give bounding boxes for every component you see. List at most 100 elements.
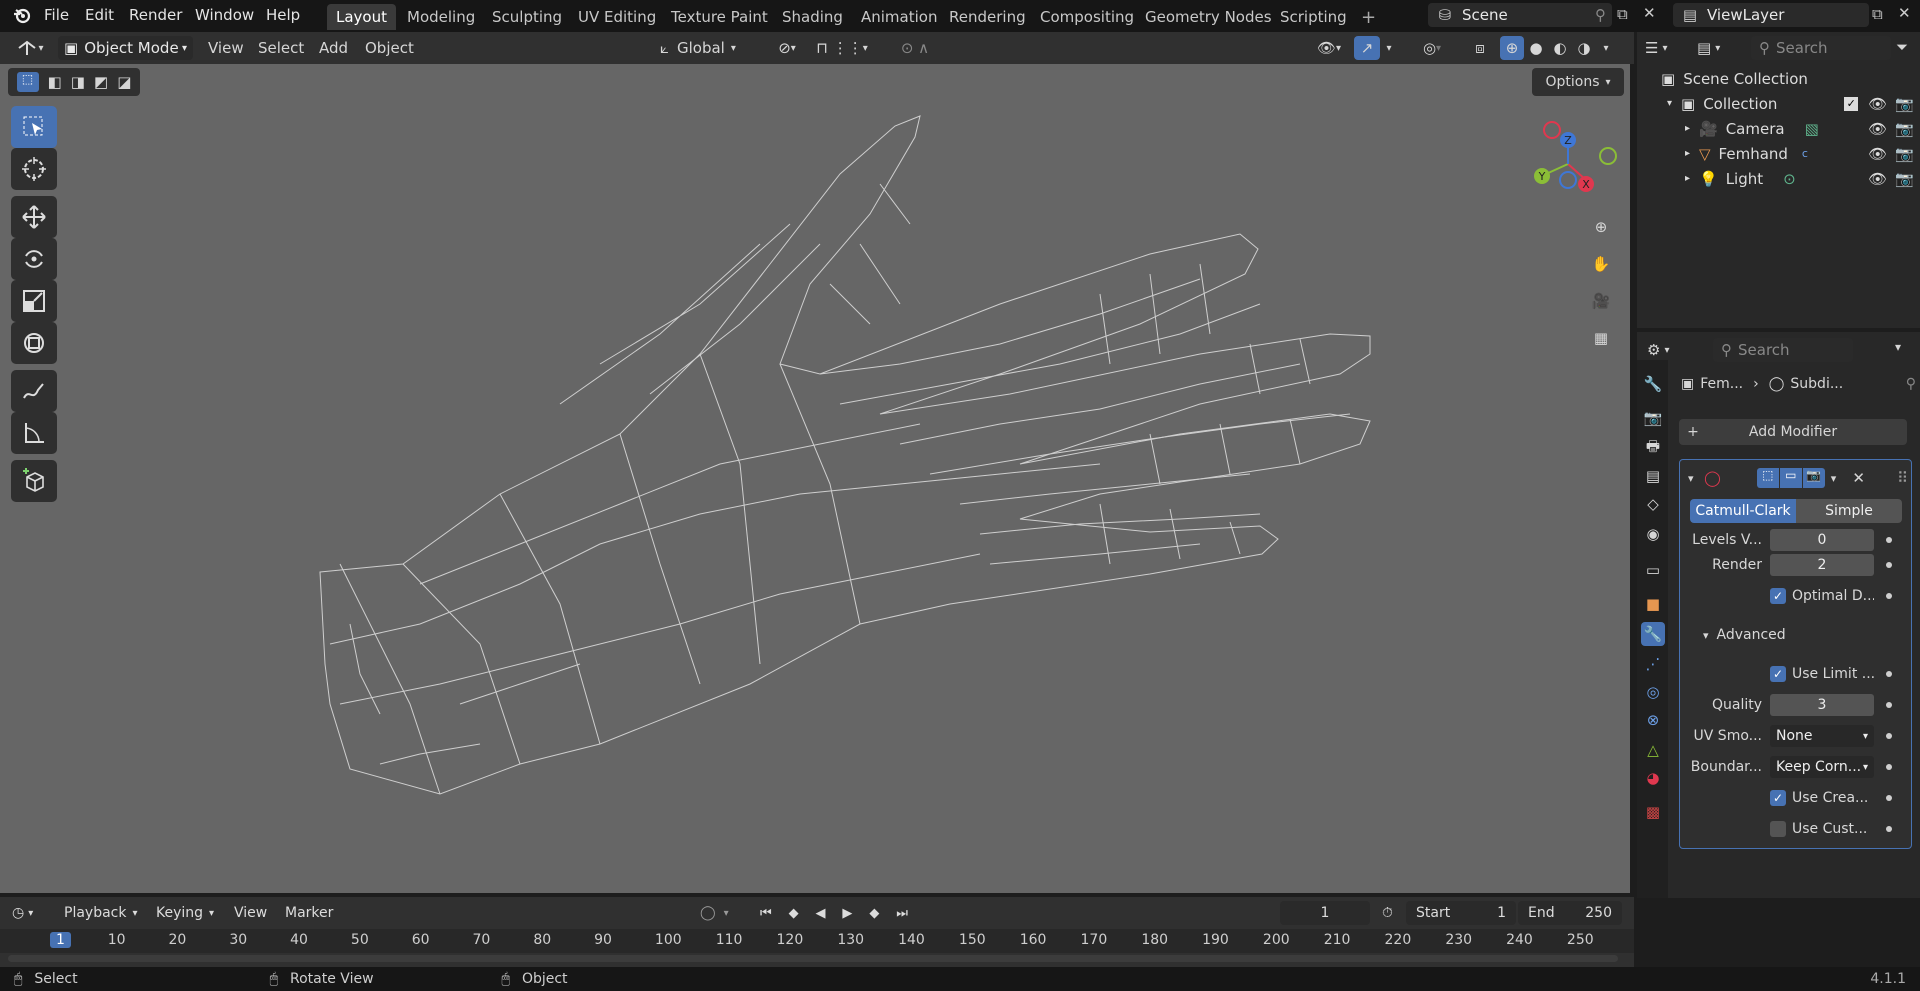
tab-animation[interactable]: Animation [852,4,946,30]
object-menu[interactable]: Object [365,36,414,60]
current-frame-field[interactable]: 1 [1280,901,1370,925]
drag-handle-icon[interactable]: ⠿ [1897,469,1908,487]
keyframe-dot-icon[interactable] [1886,826,1892,832]
wireframe-shading-icon[interactable]: ⊕ [1500,36,1524,60]
checkbox-icon[interactable]: ✓ [1844,96,1859,111]
end-frame-field[interactable]: End 250 [1518,901,1622,925]
tab-geometry-nodes[interactable]: Geometry Nodes [1136,4,1281,30]
material-tab-icon[interactable]: ◕ [1641,766,1665,790]
chevron-right-icon[interactable]: ▸ [1685,148,1699,159]
rendered-shading-icon[interactable]: ◑ [1572,36,1596,60]
overlays-icon[interactable]: ◎ ▾ [1412,36,1452,60]
output-tab-icon[interactable]: 🖶 [1641,436,1665,460]
physics-tab-icon[interactable]: ◎ [1641,680,1665,704]
next-keyframe-icon[interactable]: ◆ [869,906,879,921]
close-icon[interactable]: ✕ [1852,469,1865,487]
camera-view-icon[interactable]: 🎥 [1584,284,1618,318]
editor-type-icon[interactable]: ▾ [10,36,50,60]
delete-viewlayer-icon[interactable]: ✕ [1898,4,1911,22]
new-viewlayer-icon[interactable]: ⧉ [1872,5,1883,23]
chevron-down-icon[interactable]: ▾ [1895,340,1901,354]
add-modifier-button[interactable]: + Add Modifier [1679,419,1907,445]
keyframe-dot-icon[interactable] [1886,671,1892,677]
playback-menu[interactable]: Playback ▾ [64,901,138,925]
object-tab-icon[interactable]: ■ [1641,592,1665,616]
render-levels-field[interactable]: 2 [1770,554,1874,576]
frame-ruler[interactable]: 1 10 20 30 40 50 60 70 80 90 100 110 120 130 140 150 160… [0,929,1634,953]
chevron-down-icon[interactable]: ▾ [1688,472,1704,485]
chevron-down-icon[interactable]: ▾ [1598,36,1614,60]
outliner-item-camera[interactable]: ▸ 🎥 Camera ▧ 👁 📷 [1637,116,1920,141]
chevron-down-icon[interactable]: ▾ [1831,472,1837,485]
particles-tab-icon[interactable]: ⋰ [1641,652,1665,676]
timeline-editor-icon[interactable]: ◷ ▾ [12,901,48,925]
render-display-icon[interactable]: 📷 [1802,468,1825,488]
keyframe-dot-icon[interactable] [1886,562,1892,568]
tab-rendering[interactable]: Rendering [940,4,1035,30]
pin-icon[interactable]: ⚲ [1595,6,1606,24]
pivot-point-icon[interactable]: ⊘ ▾ [767,36,807,60]
play-reverse-icon[interactable]: ◀ [816,906,826,921]
gizmo-toggle-icon[interactable]: ↗ [1354,36,1380,60]
perspective-grid-icon[interactable]: ▦ [1584,321,1618,355]
proportional-edit-icon[interactable]: ⊙ ∧ [880,36,950,60]
chevron-down-icon[interactable]: ▾ [1381,36,1397,60]
properties-type-icon[interactable]: ⚙ ▾ [1647,338,1687,362]
breadcrumb-modifier[interactable]: Subdi... [1790,376,1843,392]
blender-logo-icon[interactable] [12,0,32,30]
optimal-display-checkbox[interactable]: ✓ [1770,588,1786,604]
catmull-clark-button[interactable]: Catmull-Clark [1690,499,1796,523]
render-camera-icon[interactable]: 📷 [1895,95,1914,113]
collection-row[interactable]: ▾ ▣ Collection ✓ 👁 📷 [1637,91,1920,116]
breadcrumb-object[interactable]: Fem... [1700,376,1743,392]
eye-icon[interactable]: 👁 [1868,120,1887,138]
chevron-right-icon[interactable]: ▸ [1685,173,1699,184]
hand-mesh-wireframe[interactable] [0,64,1630,893]
tab-uv-editing[interactable]: UV Editing [569,4,665,30]
view-layer-tab-icon[interactable]: ▤ [1641,464,1665,488]
collection-tab-icon[interactable]: ▭ [1641,558,1665,582]
new-scene-icon[interactable]: ⧉ [1617,5,1628,23]
advanced-subpanel-header[interactable]: ▾ Advanced [1703,623,1920,647]
menu-edit[interactable]: Edit [85,0,114,30]
filter-icon[interactable]: ⏷ [1896,38,1908,56]
add-workspace-button[interactable]: + [1352,4,1385,30]
solid-shading-icon[interactable]: ● [1524,36,1548,60]
use-limit-surface-checkbox[interactable]: ✓ [1770,666,1786,682]
tab-texture-paint[interactable]: Texture Paint [662,4,777,30]
material-shading-icon[interactable]: ◐ [1548,36,1572,60]
play-icon[interactable]: ▶ [842,906,852,921]
render-camera-icon[interactable]: 📷 [1895,120,1914,138]
boundary-smooth-dropdown[interactable]: Keep Corn... ▾ [1770,756,1874,778]
menu-render[interactable]: Render [129,0,182,30]
prev-keyframe-icon[interactable]: ◆ [789,906,799,921]
navigation-gizmo[interactable]: X Y Z [1510,108,1620,208]
auto-keying-icon[interactable]: ◯ ▾ [700,901,729,925]
tool-tab-icon[interactable]: 🔧 [1641,372,1665,396]
tab-compositing[interactable]: Compositing [1031,4,1143,30]
keyframe-dot-icon[interactable] [1886,795,1892,801]
data-tab-icon[interactable]: △ [1641,738,1665,762]
chevron-right-icon[interactable]: ▸ [1685,123,1699,134]
select-menu[interactable]: Select [258,36,304,60]
view-menu[interactable]: View [208,36,244,60]
menu-help[interactable]: Help [266,0,300,30]
use-creases-checkbox[interactable]: ✓ [1770,790,1786,806]
mode-dropdown[interactable]: ▣ Object Mode ▾ [58,36,193,60]
menu-file[interactable]: File [44,0,69,30]
uv-smooth-dropdown[interactable]: None ▾ [1770,725,1874,747]
scene-selector[interactable]: ⛁ Scene ⚲ [1428,3,1612,27]
use-custom-normals-checkbox[interactable] [1770,821,1786,837]
zoom-icon[interactable]: ⊕ [1584,210,1618,244]
world-tab-icon[interactable]: ◉ [1641,522,1665,546]
texture-tab-icon[interactable]: ▩ [1641,800,1665,824]
chevron-down-icon[interactable]: ▾ [1667,98,1681,109]
tab-shading[interactable]: Shading [773,4,852,30]
outliner-item-light[interactable]: ▸ 💡 Light ⊙ 👁 📷 [1637,166,1920,191]
add-menu[interactable]: Add [319,36,348,60]
constraints-tab-icon[interactable]: ⊗ [1641,708,1665,732]
eye-icon[interactable]: 👁 [1868,145,1887,163]
viewport-display-icon[interactable]: ▭ [1779,468,1802,488]
timeline-scrollbar[interactable] [8,955,1618,962]
menu-window[interactable]: Window [195,0,254,30]
